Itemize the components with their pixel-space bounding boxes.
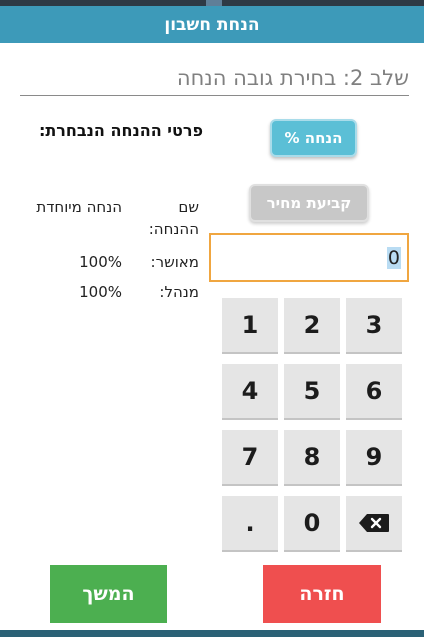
set-price-button[interactable]: קביעת מחיר — [249, 184, 369, 222]
key-5[interactable]: 5 — [284, 364, 340, 420]
step-divider — [20, 95, 409, 96]
discount-screen: הנחת חשבון שלב 2: בחירת גובה הנחה % הנחה… — [0, 0, 424, 637]
bottom-strip — [0, 630, 424, 637]
key-4[interactable]: 4 — [222, 364, 278, 420]
details-title: פרטי ההנחה הנבחרת: — [38, 121, 203, 140]
backspace-icon — [358, 513, 390, 533]
approved-value: 100% — [79, 253, 122, 271]
back-button[interactable]: חזרה — [263, 565, 381, 623]
step-label: שלב 2: בחירת גובה הנחה — [176, 66, 409, 90]
key-dot[interactable]: . — [222, 496, 278, 552]
key-2[interactable]: 2 — [284, 298, 340, 354]
key-1[interactable]: 1 — [222, 298, 278, 354]
key-6[interactable]: 6 — [346, 364, 402, 420]
manager-label: מנהל: — [159, 283, 199, 301]
discount-name-label: שם ההנחה: — [148, 198, 199, 238]
backspace-key[interactable] — [346, 496, 402, 552]
key-8[interactable]: 8 — [284, 430, 340, 486]
percent-discount-button[interactable]: % הנחה — [270, 119, 357, 157]
page-title: הנחת חשבון — [164, 14, 260, 35]
approved-label: מאושר: — [150, 253, 199, 271]
key-9[interactable]: 9 — [346, 430, 402, 486]
key-3[interactable]: 3 — [346, 298, 402, 354]
manager-value: 100% — [79, 283, 122, 301]
continue-button[interactable]: המשך — [50, 565, 167, 623]
discount-name-value: הנחה מיוחדת — [36, 198, 122, 216]
title-bar: הנחת חשבון — [0, 6, 424, 43]
amount-value: 0 — [386, 246, 401, 269]
key-7[interactable]: 7 — [222, 430, 278, 486]
amount-input[interactable]: 0 — [209, 233, 409, 282]
key-0[interactable]: 0 — [284, 496, 340, 552]
